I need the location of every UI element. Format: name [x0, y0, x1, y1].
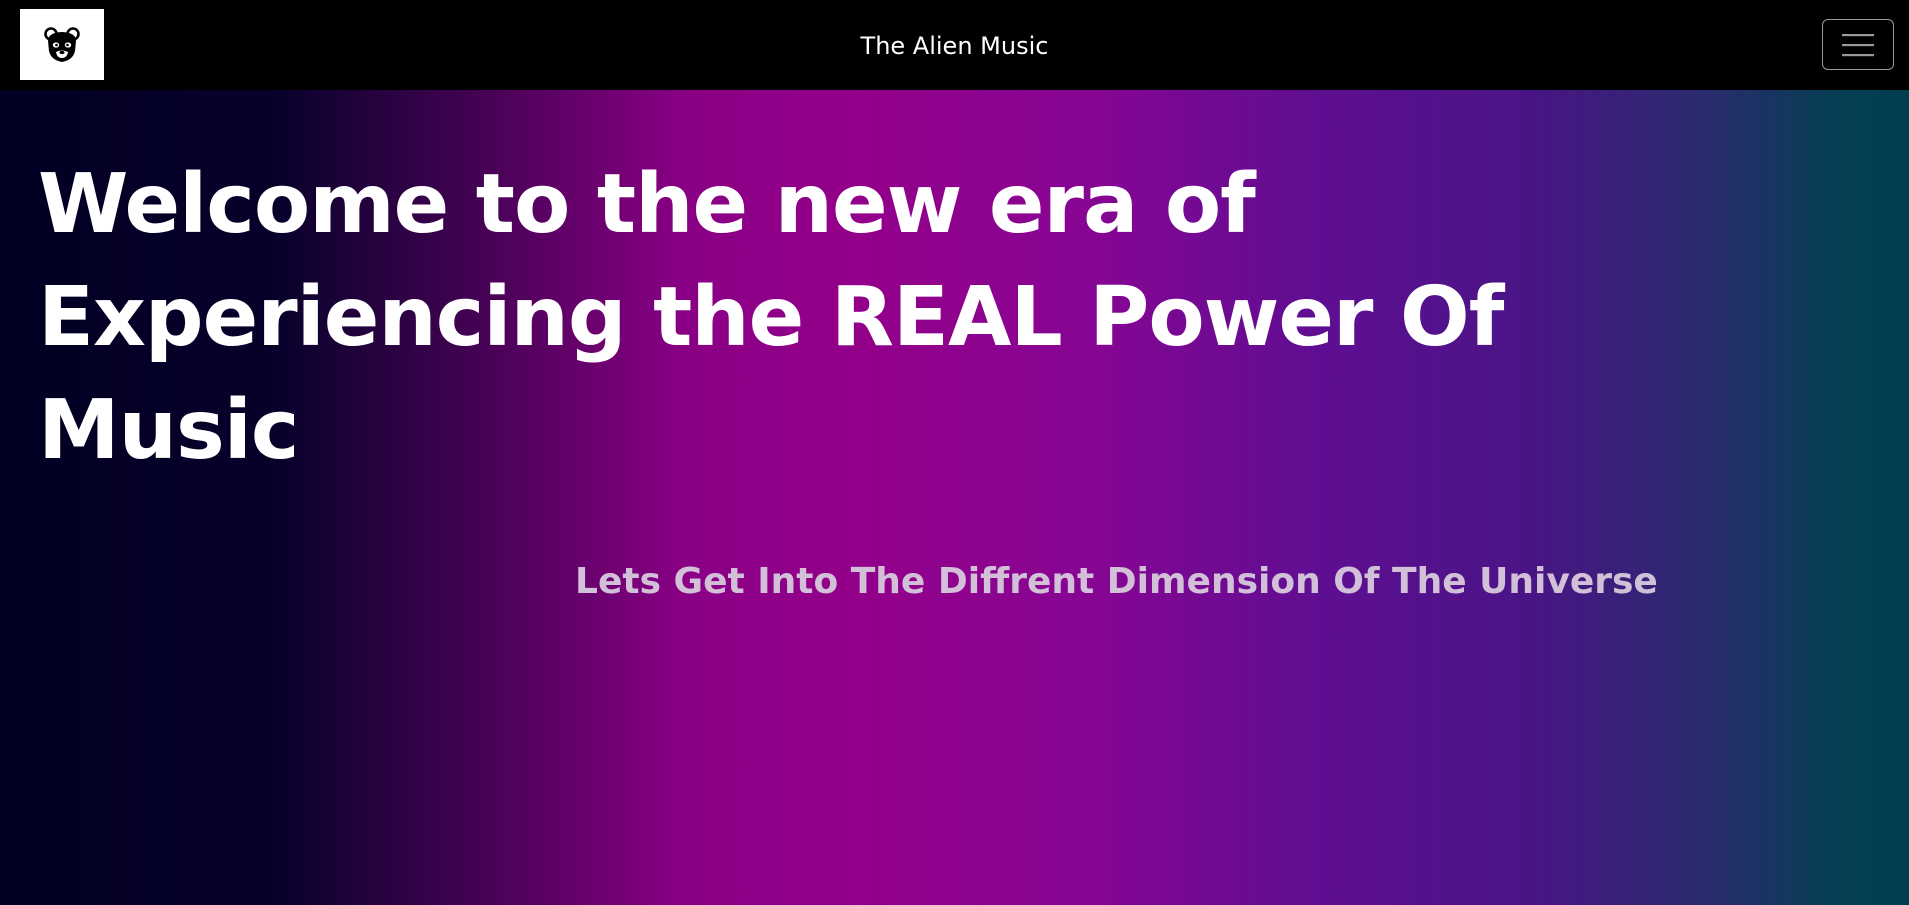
hamburger-menu-icon — [1842, 33, 1874, 56]
navbar: The Alien Music — [0, 0, 1909, 90]
hero-heading: Welcome to the new era of Experiencing t… — [38, 157, 1504, 478]
hero-section: Welcome to the new era of Experiencing t… — [0, 90, 1909, 905]
hero-subheading: Lets Get Into The Diffrent Dimension Of … — [575, 561, 1658, 602]
menu-toggle-button[interactable] — [1822, 19, 1894, 70]
site-title: The Alien Music — [860, 32, 1049, 60]
